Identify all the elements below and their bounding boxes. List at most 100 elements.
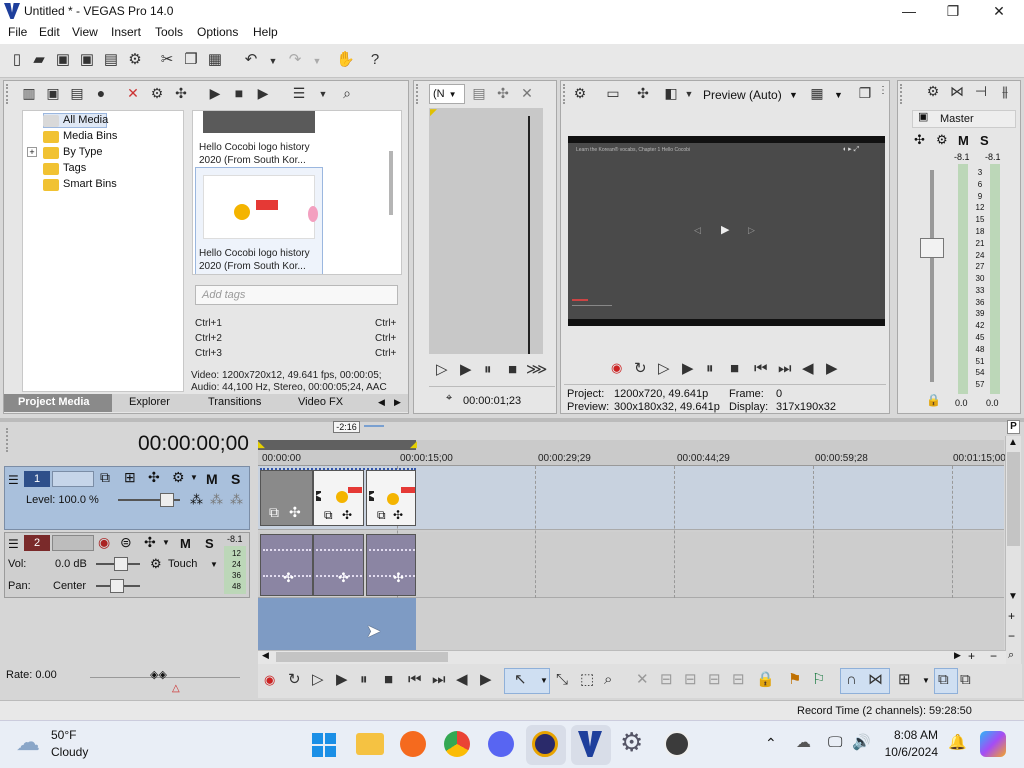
preview-loop-icon[interactable]: ↻ xyxy=(634,361,647,376)
trim-start-icon[interactable]: ⊟ xyxy=(684,672,697,687)
audio-event-fx-icon[interactable]: ✣ xyxy=(393,571,404,584)
go-to-end-icon[interactable]: ⏭ xyxy=(432,672,446,687)
redo-dropdown-icon[interactable]: ▼ xyxy=(308,57,326,75)
scroll-left-icon[interactable]: ◀ xyxy=(262,651,269,660)
track-minimize-icon[interactable]: ☰ xyxy=(8,538,19,550)
video-level-slider-handle[interactable] xyxy=(160,493,174,507)
tree-item-media-bins[interactable]: Media Bins xyxy=(63,130,117,142)
save-icon[interactable]: ▣ xyxy=(54,52,72,70)
master-mixer-icon[interactable]: ⫵ xyxy=(996,84,1014,102)
media-fx-icon[interactable]: ✣ xyxy=(172,86,190,104)
master-fader-handle[interactable] xyxy=(920,238,944,258)
capture-video-icon[interactable]: ▣ xyxy=(44,86,62,104)
media-thumbnail[interactable] xyxy=(203,175,318,239)
volume-icon[interactable]: 🔊 xyxy=(852,735,871,750)
get-media-icon[interactable]: ▤ xyxy=(68,86,86,104)
split-icon[interactable]: ⊟ xyxy=(732,672,745,687)
video-solo-button[interactable]: S xyxy=(231,471,240,487)
audio-clip[interactable]: ✣ xyxy=(260,534,313,596)
tab-explorer[interactable]: Explorer xyxy=(129,396,170,408)
time-selection[interactable] xyxy=(258,598,416,650)
preview-play-icon[interactable]: ▶ xyxy=(682,361,694,376)
media-thumbnail[interactable] xyxy=(203,111,315,133)
event-fx-icon[interactable]: ✣ xyxy=(289,505,301,519)
video-mute-button[interactable]: M xyxy=(206,471,218,487)
tree-item-all-media[interactable]: All Media xyxy=(63,114,108,126)
preview-quality-chevron-icon[interactable]: ▼ xyxy=(789,91,798,100)
trimmer-pause-icon[interactable]: ⏸ xyxy=(484,362,492,377)
automation-dropdown-icon[interactable]: ▼ xyxy=(210,561,218,569)
audio-solo-button[interactable]: S xyxy=(205,536,214,551)
help-button[interactable]: P xyxy=(1007,420,1020,434)
zoom-in-vertical-icon[interactable]: + xyxy=(1008,610,1015,622)
show-hidden-icons-icon[interactable]: ⌃ xyxy=(765,736,777,750)
ripple-edit-icon[interactable]: ⊞ xyxy=(898,672,911,687)
video-track-name-field[interactable] xyxy=(52,471,94,487)
preview-go-to-end-icon[interactable]: ⏭ xyxy=(778,361,792,376)
menu-help[interactable]: Help xyxy=(253,25,278,39)
tab-video-fx[interactable]: Video FX xyxy=(298,396,343,408)
obs-app-icon[interactable] xyxy=(532,731,558,757)
whats-this-help-icon[interactable]: ? xyxy=(366,52,384,70)
horizontal-scroll-thumb[interactable] xyxy=(276,652,448,662)
timeline-splitter[interactable] xyxy=(0,418,1024,422)
panel-grip[interactable] xyxy=(416,84,422,104)
track-fx-chain-icon[interactable]: ⁂ xyxy=(230,493,243,506)
media-properties-icon[interactable]: ⚙ xyxy=(148,86,166,104)
trimmer-tool-icon[interactable]: ▤ xyxy=(470,86,488,104)
envelope-tool-icon[interactable]: ⤡ xyxy=(556,672,568,687)
compositing-mode-gear-icon[interactable]: ⚙ xyxy=(172,470,185,484)
settings-gear-icon[interactable]: ⚙ xyxy=(620,729,643,755)
trimmer-filter-icon[interactable]: ✣ xyxy=(494,86,512,104)
audio-track-name-field[interactable] xyxy=(52,535,94,551)
trimmer-media-dropdown[interactable]: (N ▼ xyxy=(429,84,465,104)
transition-icon[interactable]: ◂ xyxy=(369,491,375,501)
minimize-button[interactable]: — xyxy=(886,0,932,22)
master-fx-icon[interactable]: ✣ xyxy=(914,133,925,146)
rate-slider-handle-icon[interactable]: ◈◈ xyxy=(150,670,167,681)
trimmer-loop-icon[interactable]: ⋙ xyxy=(526,362,547,377)
master-mute-button[interactable]: M xyxy=(958,133,969,148)
delete-icon[interactable]: ✕ xyxy=(636,672,649,687)
paste-icon[interactable]: ▦ xyxy=(206,52,224,70)
preview-go-to-start-icon[interactable]: ⏮ xyxy=(754,361,768,376)
preview-menu-icon[interactable]: ⋮ xyxy=(874,86,892,104)
remove-media-icon[interactable]: ✕ xyxy=(124,86,142,104)
preview-quality-dropdown[interactable]: Preview (Auto) xyxy=(703,88,782,102)
zoom-in-horizontal-icon[interactable]: + xyxy=(968,650,975,662)
windows-start-icon[interactable] xyxy=(312,733,336,757)
overlays-grid-icon[interactable]: ▦ xyxy=(808,86,826,104)
preview-prev-frame-icon[interactable]: ◀ xyxy=(802,361,814,376)
compositing-dropdown-icon[interactable]: ▼ xyxy=(190,474,198,482)
tab-transitions[interactable]: Transitions xyxy=(208,396,261,408)
ignore-grouping-icon[interactable]: ⧉ xyxy=(960,672,971,687)
save-as-icon[interactable]: ▣ xyxy=(78,52,96,70)
external-monitor-icon[interactable]: ▭ xyxy=(604,86,622,104)
edit-tool-dropdown-icon[interactable]: ▼ xyxy=(540,677,548,685)
auto-preview-icon[interactable]: ▶ xyxy=(254,86,272,104)
pan-crop-icon[interactable]: ⧉ xyxy=(377,509,386,521)
audio-fx-dropdown-icon[interactable]: ▼ xyxy=(162,539,170,547)
trimmer-play-icon[interactable]: ▶ xyxy=(460,362,472,377)
weather-temperature[interactable]: 50°F xyxy=(51,728,76,742)
stop-media-icon[interactable]: ■ xyxy=(230,86,248,104)
track-canvas[interactable]: ⧉ ✣ ◂ ⧉ ✣ ◂ ⧉ ✣ ✣ ✣ ✣ ➤ xyxy=(258,466,1004,650)
arm-record-icon[interactable]: ◉ xyxy=(98,535,110,549)
previous-frame-icon[interactable]: ◀ xyxy=(456,672,468,687)
network-icon[interactable]: 🖵 xyxy=(828,735,842,750)
scroll-up-icon[interactable]: ▲ xyxy=(1008,438,1018,448)
volume-slider-handle[interactable] xyxy=(114,557,128,571)
master-lock-icon[interactable]: 🔒 xyxy=(926,394,941,406)
menu-insert[interactable]: Insert xyxy=(111,25,141,39)
play-media-icon[interactable]: ▶ xyxy=(206,86,224,104)
pause-icon[interactable]: ⏸ xyxy=(360,672,368,687)
master-fx-chain-icon[interactable]: ⚙ xyxy=(936,133,948,146)
zoom-out-horizontal-icon[interactable]: − xyxy=(990,650,997,662)
close-button[interactable]: ✕ xyxy=(976,0,1022,22)
loop-start-marker-icon[interactable]: ◣ xyxy=(258,440,265,449)
onedrive-cloud-icon[interactable]: ☁ xyxy=(796,735,811,750)
play-from-start-icon[interactable]: ▷ xyxy=(312,672,324,687)
invert-phase-icon[interactable]: ⊜ xyxy=(120,535,132,549)
maximize-button[interactable]: ❐ xyxy=(930,0,976,22)
stop-icon[interactable]: ■ xyxy=(384,672,393,687)
